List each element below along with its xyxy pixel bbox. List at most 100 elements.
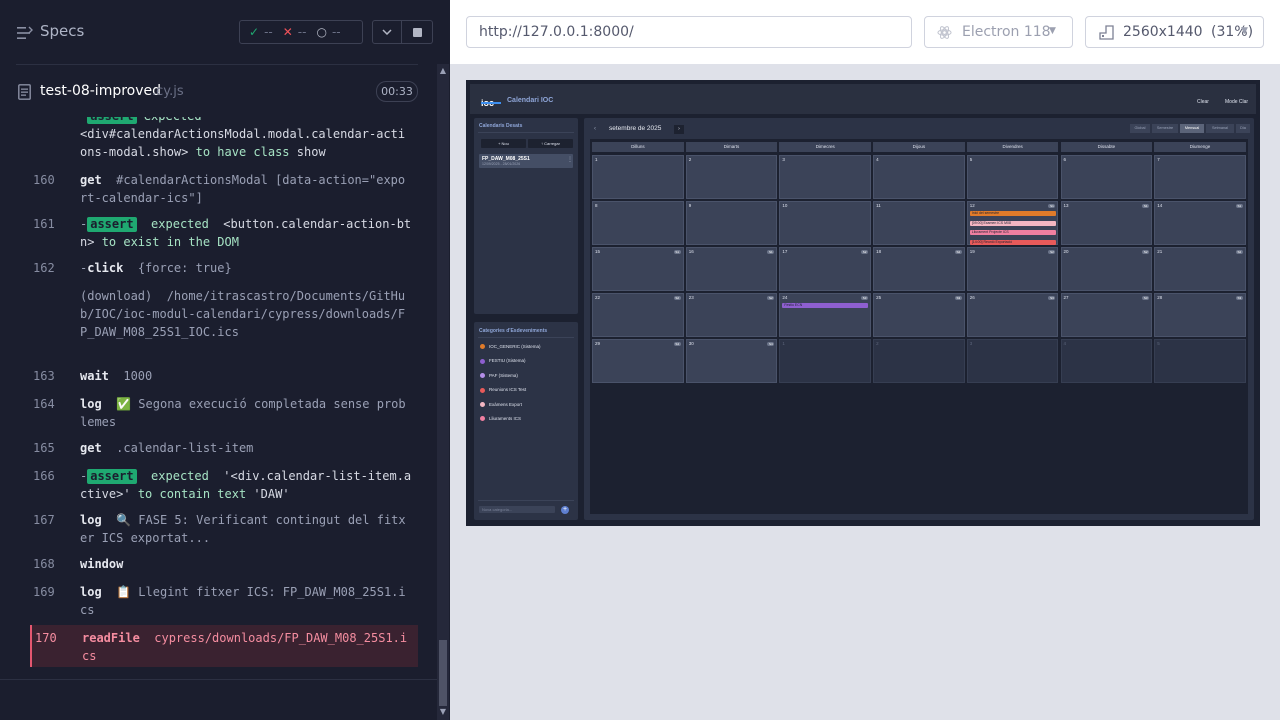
day-cell[interactable]: 22 S2 — [592, 293, 684, 337]
calendar-event[interactable]: [09:00] Examen ICS M08 — [969, 220, 1056, 226]
calendar-list-item[interactable]: FP_DAW_M08_25S1 12/09/2025 - 28/01/2026 … — [479, 154, 573, 168]
day-cell[interactable]: 3 — [779, 155, 872, 199]
light-mode-button[interactable]: Mode Clar — [1225, 99, 1248, 105]
command-number: 164 — [33, 397, 55, 411]
day-cell[interactable]: 27 S3 — [1060, 293, 1153, 337]
view-button-global[interactable]: Global — [1130, 124, 1150, 133]
day-cell[interactable]: 1 — [779, 339, 872, 383]
day-cell[interactable]: 16 S1 — [685, 247, 778, 291]
command-number: 160 — [33, 173, 55, 187]
scroll-down-arrow-icon[interactable]: ▼ — [438, 707, 448, 717]
new-category-input[interactable]: Nova categoria... — [479, 506, 555, 513]
view-button-setmanal[interactable]: Setmanal — [1206, 124, 1234, 133]
day-cell[interactable]: 23 S2 — [685, 293, 778, 337]
day-cell[interactable]: 2 — [685, 155, 778, 199]
category-color-dot-icon — [480, 373, 485, 379]
day-cell[interactable]: 5 — [966, 155, 1059, 199]
category-item[interactable]: Exàmens Export — [480, 401, 522, 409]
stop-button[interactable] — [402, 20, 433, 44]
day-cell[interactable]: 5 — [1154, 339, 1246, 383]
category-item[interactable]: IOC_GENERIC (Sistema) — [480, 343, 541, 351]
url-bar[interactable]: http://127.0.0.1:8000/ — [466, 16, 912, 48]
spec-file-row: test-08-improved .cy.js 00:33 — [0, 65, 450, 117]
weekday-header: Dimarts — [685, 142, 778, 152]
new-calendar-button[interactable]: + Nou — [481, 139, 526, 148]
log-scrollbar-track[interactable] — [437, 64, 449, 720]
day-cell[interactable]: 19 S2 — [966, 247, 1059, 291]
more-options-icon[interactable]: ⋮ — [567, 156, 573, 163]
day-cell[interactable]: 14 S1 — [1154, 201, 1246, 245]
day-cell[interactable]: 15 S1 — [592, 247, 684, 291]
category-item[interactable]: Reunions ICS Test — [480, 386, 526, 394]
scroll-up-arrow-icon[interactable]: ▲ — [438, 66, 448, 76]
day-cell[interactable]: 29 S4 — [592, 339, 684, 383]
command-text: get .calendar-list-item — [80, 441, 254, 455]
day-cell[interactable]: 7 — [1154, 155, 1246, 199]
calendar-app-frame: ioc Calendari IOC Clear Mode Clar Calend… — [466, 80, 1260, 526]
day-cell[interactable]: 21 S2 — [1154, 247, 1246, 291]
log-scrollbar-thumb[interactable] — [439, 640, 447, 706]
previous-month-button[interactable]: ‹ — [594, 126, 596, 132]
calendar-event[interactable]: [14:00] Reunió Exportació — [969, 239, 1056, 245]
week-badge: S1 — [1048, 204, 1056, 208]
spec-file-name[interactable]: test-08-improved — [40, 83, 161, 99]
test-stats: ✓ -- ✕ -- ○ -- — [239, 20, 363, 44]
view-button-mensual[interactable]: Mensual — [1180, 124, 1204, 133]
calendar-event[interactable]: Lliurament Projecte ICS — [969, 230, 1056, 235]
day-cell[interactable]: 24 S3 Festiu ECN — [779, 293, 872, 337]
day-number: 10 — [782, 203, 788, 208]
week-badge: S1 — [767, 250, 775, 254]
day-number: 23 — [688, 295, 694, 300]
day-cell[interactable]: 11 — [873, 201, 965, 245]
day-cell[interactable]: 28 S3 — [1154, 293, 1246, 337]
day-number: 2 — [688, 157, 692, 162]
day-cell[interactable]: 20 S2 — [1060, 247, 1153, 291]
category-item[interactable]: Lliuraments ICS — [480, 415, 521, 423]
calendar-event[interactable]: Festiu ECN — [782, 303, 869, 308]
collapse-button[interactable] — [372, 20, 402, 44]
next-month-button[interactable]: › — [674, 125, 684, 134]
week-badge: S4 — [673, 342, 681, 346]
view-button-dia[interactable]: Dia — [1236, 124, 1250, 133]
day-cell[interactable]: 25 S3 — [873, 293, 965, 337]
day-cell[interactable]: 1 — [592, 155, 684, 199]
command-number: 166 — [33, 469, 55, 483]
command-text: -assert expected <div#calendarActionsMod… — [80, 117, 412, 161]
day-cell[interactable]: 30 S4 — [685, 339, 778, 383]
day-cell[interactable]: 26 S3 — [966, 293, 1059, 337]
week-badge: S2 — [861, 250, 869, 254]
day-cell[interactable]: 6 — [1060, 155, 1153, 199]
day-cell[interactable]: 8 — [592, 201, 684, 245]
load-calendar-button[interactable]: ↑ Carregar — [528, 139, 573, 148]
command-log: -assert expected <div#calendarActionsMod… — [30, 117, 418, 670]
day-cell[interactable]: 4 — [873, 155, 965, 199]
day-cell[interactable]: 3 — [966, 339, 1059, 383]
specs-title[interactable]: Specs — [40, 22, 84, 40]
day-cell[interactable]: 4 — [1060, 339, 1153, 383]
day-number: 25 — [876, 295, 882, 300]
command-row-failed[interactable]: 170 readFile cypress/downloads/FP_DAW_M08… — [30, 625, 418, 667]
calendar-event[interactable]: Inici del semestre — [969, 211, 1056, 216]
command-text: -click {force: true} — [80, 261, 232, 275]
day-cell[interactable]: 9 — [685, 201, 778, 245]
specs-menu-icon[interactable] — [17, 26, 33, 40]
command-text: log ✅ Segona execució completada sense p… — [80, 397, 406, 429]
command-text: (download) /home/itrascastro/Documents/G… — [80, 289, 406, 339]
calendar-main: ‹ setembre de 2025 › Global Semestre Mensu… — [584, 118, 1254, 520]
category-item[interactable]: FESTIU (Sistema) — [480, 357, 526, 365]
clear-button[interactable]: Clear — [1197, 99, 1209, 105]
day-cell[interactable]: 18 S2 — [873, 247, 965, 291]
category-color-dot-icon — [480, 416, 485, 422]
category-item[interactable]: PAF (Sistema) — [480, 372, 518, 380]
day-cell[interactable]: 13 S1 — [1060, 201, 1153, 245]
divider — [478, 132, 574, 133]
day-cell[interactable]: 12 S1 Inici del semestre [09:00] Examen ICS… — [966, 201, 1059, 245]
day-cell[interactable]: 2 — [873, 339, 965, 383]
specs-header: Specs ✓ -- ✕ -- ○ -- — [0, 0, 450, 64]
add-category-button[interactable]: + — [561, 506, 569, 514]
day-number: 21 — [1157, 249, 1163, 254]
day-cell[interactable]: 17 S2 — [779, 247, 872, 291]
day-cell[interactable]: 10 — [779, 201, 872, 245]
view-button-semestre[interactable]: Semestre — [1152, 124, 1178, 133]
day-number: 29 — [595, 341, 601, 346]
